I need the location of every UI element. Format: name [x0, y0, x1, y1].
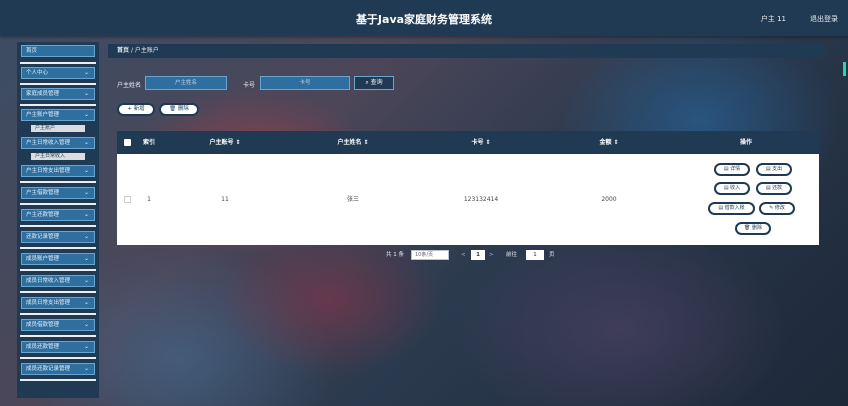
sidebar-divider [20, 104, 96, 106]
column-header-actions: 操作 [739, 139, 752, 146]
sidebar-item-owner-income[interactable]: 户主日常收入管理 ⌄ [21, 137, 95, 149]
sidebar-item-member-expense[interactable]: 成员日常支出管理 ⌄ [21, 297, 95, 309]
chevron-down-icon: ⌄ [83, 365, 89, 372]
sidebar-divider [20, 291, 96, 293]
sidebar-item-member-income[interactable]: 成员日常收入管理 ⌄ [21, 275, 95, 287]
sidebar-divider [20, 203, 96, 205]
chevron-down-icon: ⌄ [83, 189, 89, 196]
page-size-select[interactable]: 10条/页 [411, 250, 449, 260]
repayment-button[interactable]: ▤ 还款 [756, 182, 792, 195]
cell-account: 11 [221, 196, 229, 203]
sidebar-divider [20, 269, 96, 271]
column-header-account[interactable]: 户主账号 ⇕ [161, 131, 289, 154]
logout-link[interactable]: 退出登录 [810, 14, 838, 24]
expense-button[interactable]: ▤ 支出 [756, 163, 792, 176]
chevron-down-icon: ⌄ [83, 277, 89, 284]
card-number-input[interactable]: 卡号 [260, 76, 350, 90]
sidebar-item-owner-account[interactable]: 户主账户管理 ⌄ [21, 109, 95, 121]
current-user-label: 户主 11 [760, 15, 786, 23]
chevron-down-icon: ⌄ [83, 321, 89, 328]
add-button[interactable]: + 新增 [117, 103, 155, 116]
sidebar-divider [20, 335, 96, 337]
sidebar-menu: 首页 个人中心 ⌄ 家庭成员管理 ⌄ 户主账户管理 ⌄ 户主账户 户主日常收入管理 ⌄ … [17, 42, 99, 398]
column-header-card-number[interactable]: 卡号 ⇕ [417, 131, 545, 154]
goto-label: 前往 [506, 252, 518, 258]
income-button[interactable]: ▤ 收入 [714, 182, 750, 195]
sidebar-divider [20, 247, 96, 249]
edit-button[interactable]: ✎ 修改 [759, 202, 795, 215]
scrollbar-thumb[interactable] [843, 62, 846, 76]
sidebar-divider [20, 357, 96, 359]
sidebar-item-owner-repayment[interactable]: 户主还款管理 ⌄ [21, 209, 95, 221]
sidebar-divider [20, 225, 96, 227]
table-header: 索引 户主账号 ⇕ 户主姓名 ⇕ 卡号 ⇕ 金额 ⇕ 操作 [117, 131, 819, 154]
next-page-button[interactable]: > [489, 250, 494, 260]
sidebar-item-owner-expense[interactable]: 户主日常支出管理 ⌄ [21, 165, 95, 177]
breadcrumb-home[interactable]: 首页 [117, 47, 129, 54]
page-suffix-label: 页 [549, 252, 555, 258]
owner-name-input[interactable]: 户主姓名 [145, 76, 227, 90]
chevron-down-icon: ⌄ [83, 211, 89, 218]
delete-button[interactable]: 🗑 删除 [159, 103, 199, 116]
sidebar-item-repayment-records[interactable]: 还款记录管理 ⌄ [21, 231, 95, 243]
breadcrumb: 首页 / 户主账户 [108, 44, 826, 58]
column-header-index: 索引 [142, 139, 155, 146]
owner-name-label: 户主姓名 [117, 82, 142, 89]
loan-deposit-button[interactable]: ▤ 借款入账 [708, 202, 755, 215]
pagination-total: 共 1 条 [386, 252, 404, 258]
sidebar-item-member-repayment[interactable]: 成员还款管理 ⌄ [21, 341, 95, 353]
sidebar-subitem-owner-income[interactable]: 户主日常收入 [31, 153, 85, 160]
sidebar-divider [20, 379, 96, 381]
breadcrumb-current: 户主账户 [134, 47, 159, 54]
sidebar-item-personal-center[interactable]: 个人中心 ⌄ [21, 67, 95, 79]
detail-button[interactable]: ▤ 详情 [714, 163, 750, 176]
sidebar-subitem-owner-account[interactable]: 户主账户 [31, 125, 85, 132]
prev-page-button[interactable]: < [461, 250, 466, 260]
top-bar: 基于Java家庭财务管理系统 户主 11 退出登录 [0, 0, 848, 36]
chevron-down-icon: ⌄ [83, 167, 89, 174]
sidebar-item-member-loan[interactable]: 成员借款管理 ⌄ [21, 319, 95, 331]
column-header-amount[interactable]: 金额 ⇕ [545, 131, 673, 154]
card-number-label: 卡号 [243, 82, 256, 89]
sidebar-item-home[interactable]: 首页 [21, 45, 95, 57]
goto-page-input[interactable]: 1 [526, 250, 544, 260]
breadcrumb-separator: / [130, 47, 133, 54]
cell-amount: 2000 [601, 196, 617, 203]
cell-owner-name: 张三 [346, 196, 359, 203]
page-number-current[interactable]: 1 [471, 250, 485, 260]
sidebar-divider [20, 83, 96, 85]
chevron-down-icon: ⌄ [83, 139, 89, 146]
search-button[interactable]: ⌕ 查询 [354, 76, 394, 90]
sidebar-divider [20, 313, 96, 315]
sidebar-item-member-repayment-records[interactable]: 成员还款记录管理 ⌄ [21, 363, 95, 375]
sidebar-item-family-members[interactable]: 家庭成员管理 ⌄ [21, 88, 95, 100]
owner-account-table: 索引 户主账号 ⇕ 户主姓名 ⇕ 卡号 ⇕ 金额 ⇕ 操作 1 11 张三 12… [117, 131, 819, 245]
sidebar-item-member-account[interactable]: 成员账户管理 ⌄ [21, 253, 95, 265]
chevron-down-icon: ⌄ [83, 299, 89, 306]
chevron-down-icon: ⌄ [83, 343, 89, 350]
chevron-down-icon: ⌄ [83, 69, 89, 76]
row-checkbox[interactable] [124, 196, 131, 203]
column-header-owner-name[interactable]: 户主姓名 ⇕ [289, 131, 417, 154]
cell-card-number: 123132414 [463, 196, 499, 203]
sidebar-item-owner-loan[interactable]: 户主借款管理 ⌄ [21, 187, 95, 199]
chevron-down-icon: ⌄ [83, 90, 89, 97]
chevron-down-icon: ⌄ [83, 111, 89, 118]
chevron-down-icon: ⌄ [83, 255, 89, 262]
row-delete-button[interactable]: 🗑 删除 [735, 222, 771, 235]
sidebar-divider [20, 62, 96, 64]
chevron-down-icon: ⌄ [83, 233, 89, 240]
sidebar-divider [20, 181, 96, 183]
cell-index: 1 [147, 196, 151, 203]
select-all-checkbox[interactable] [124, 139, 131, 146]
app-title: 基于Java家庭财务管理系统 [355, 13, 493, 26]
